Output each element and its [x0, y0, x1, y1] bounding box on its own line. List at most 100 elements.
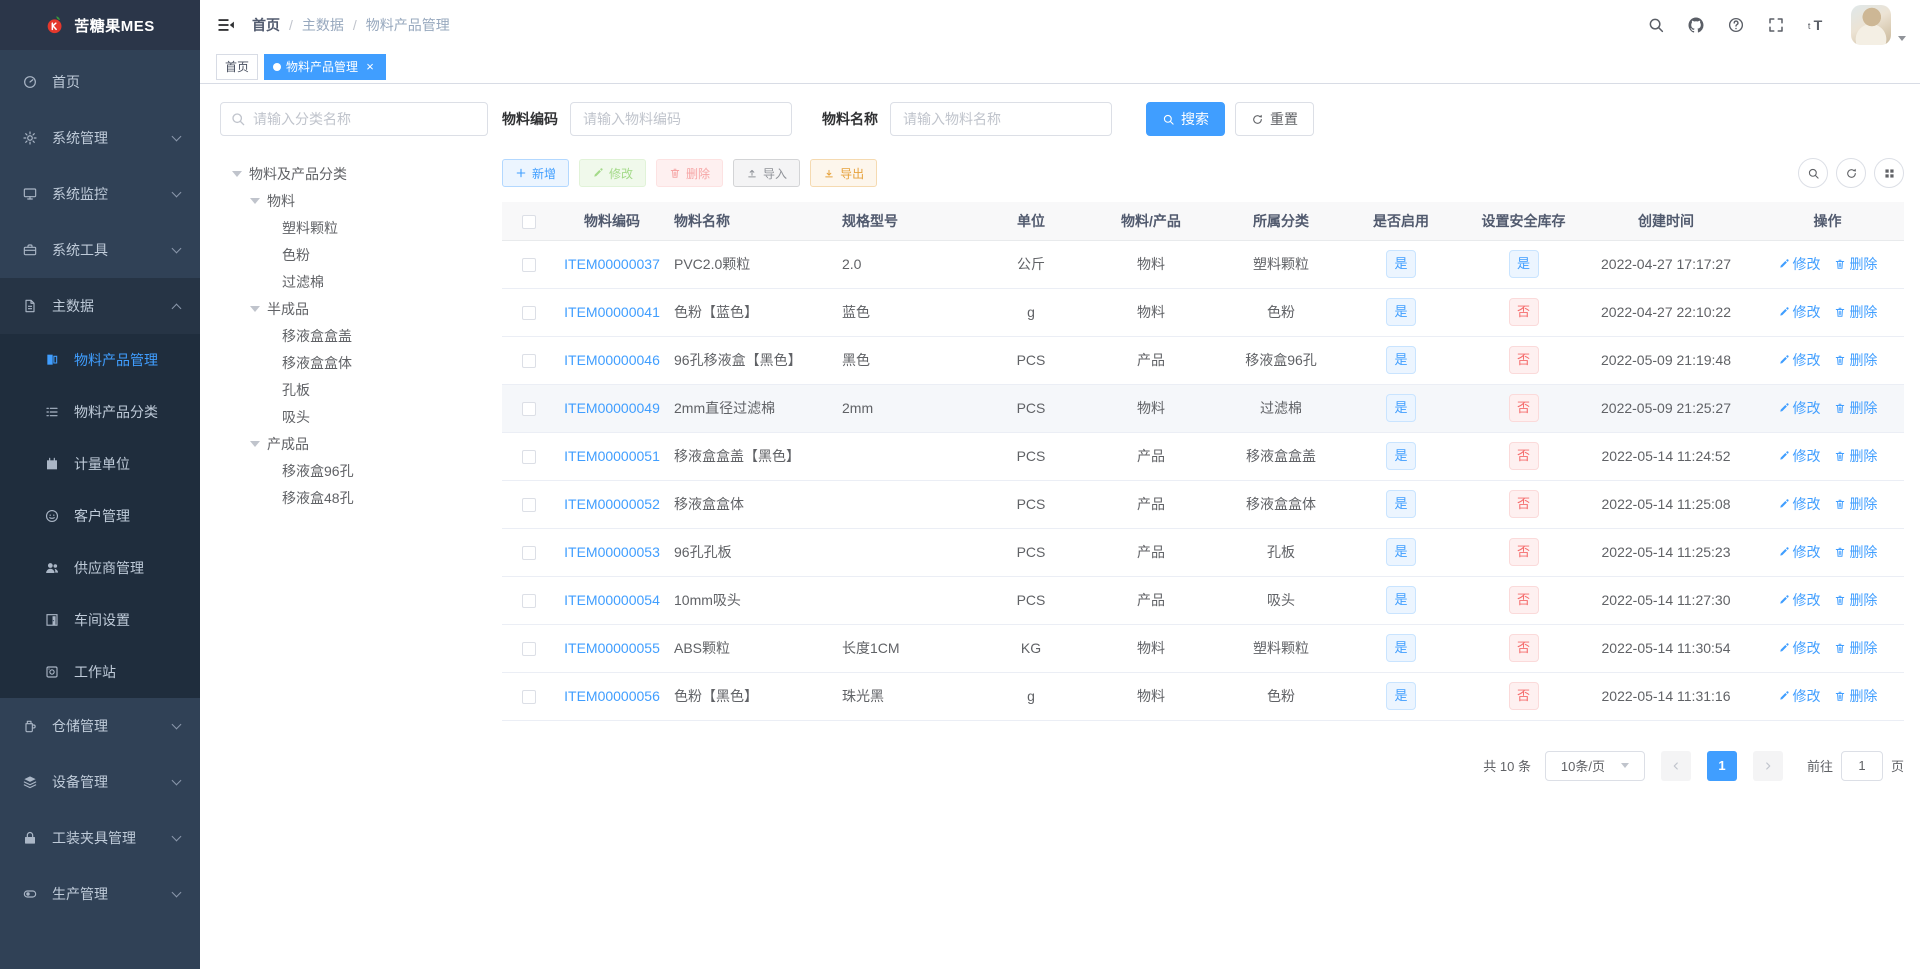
row-checkbox[interactable]: [522, 498, 536, 513]
row-delete-button[interactable]: 删除: [1834, 686, 1877, 706]
sidebar-item[interactable]: 计量单位: [0, 438, 200, 490]
row-edit-button[interactable]: 修改: [1778, 254, 1821, 274]
tree-node[interactable]: 移液盒盒盖: [220, 322, 488, 349]
tree-node[interactable]: 过滤棉: [220, 268, 488, 295]
app-logo[interactable]: 苦糖果MES: [0, 0, 200, 50]
material-code-link[interactable]: ITEM00000055: [564, 640, 660, 656]
edit-button[interactable]: 修改: [579, 159, 647, 187]
export-button[interactable]: 导出: [810, 159, 878, 187]
sidebar-item[interactable]: 仓储管理: [0, 698, 200, 754]
delete-button[interactable]: 删除: [656, 159, 724, 187]
font-size-icon[interactable]: [1807, 15, 1827, 35]
tree-node[interactable]: 物料: [220, 187, 488, 214]
sidebar-item[interactable]: 工作站: [0, 646, 200, 698]
material-code-link[interactable]: ITEM00000046: [564, 352, 660, 368]
row-delete-button[interactable]: 删除: [1834, 590, 1877, 610]
row-edit-button[interactable]: 修改: [1778, 494, 1821, 514]
tab[interactable]: 物料产品管理: [264, 53, 387, 80]
add-button[interactable]: 新增: [502, 159, 570, 187]
sidebar-item[interactable]: 车间设置: [0, 594, 200, 646]
sidebar-item[interactable]: 工装夹具管理: [0, 810, 200, 866]
row-checkbox[interactable]: [522, 594, 536, 609]
material-code-link[interactable]: ITEM00000041: [564, 304, 660, 320]
row-delete-button[interactable]: 删除: [1834, 350, 1877, 370]
sidebar-item[interactable]: 生产管理: [0, 866, 200, 922]
row-checkbox[interactable]: [522, 546, 536, 561]
row-edit-button[interactable]: 修改: [1778, 446, 1821, 466]
sidebar-item[interactable]: 主数据: [0, 278, 200, 334]
material-code-link[interactable]: ITEM00000037: [564, 256, 660, 272]
avatar[interactable]: [1851, 5, 1891, 45]
toggle-search-button[interactable]: [1798, 158, 1828, 188]
tree-node[interactable]: 移液盒96孔: [220, 457, 488, 484]
row-delete-button[interactable]: 删除: [1834, 446, 1877, 466]
search-icon[interactable]: [1647, 16, 1665, 34]
tree-node[interactable]: 半成品: [220, 295, 488, 322]
row-delete-button[interactable]: 删除: [1834, 302, 1877, 322]
sidebar-toggle-icon[interactable]: [216, 15, 236, 35]
category-search-input[interactable]: [220, 102, 488, 136]
row-edit-button[interactable]: 修改: [1778, 398, 1821, 418]
row-edit-button[interactable]: 修改: [1778, 686, 1821, 706]
breadcrumb-item[interactable]: 首页: [252, 15, 280, 35]
user-menu[interactable]: [1851, 5, 1906, 45]
row-edit-button[interactable]: 修改: [1778, 590, 1821, 610]
breadcrumb-item[interactable]: 主数据: [289, 15, 344, 35]
tree-node[interactable]: 产成品: [220, 430, 488, 457]
goto-page-input[interactable]: [1840, 750, 1883, 781]
github-icon[interactable]: [1687, 16, 1705, 34]
material-code-link[interactable]: ITEM00000054: [564, 592, 660, 608]
refresh-table-button[interactable]: [1836, 158, 1866, 188]
row-checkbox[interactable]: [522, 354, 536, 369]
tree-node[interactable]: 吸头: [220, 403, 488, 430]
tree-caret-icon[interactable]: [250, 440, 260, 447]
row-delete-button[interactable]: 删除: [1834, 494, 1877, 514]
sidebar-item[interactable]: 物料产品分类: [0, 386, 200, 438]
row-edit-button[interactable]: 修改: [1778, 638, 1821, 658]
tab-close-icon[interactable]: [363, 59, 377, 74]
row-checkbox[interactable]: [522, 642, 536, 657]
import-button[interactable]: 导入: [733, 159, 801, 187]
sidebar-item[interactable]: 系统管理: [0, 110, 200, 166]
search-button[interactable]: 搜索: [1146, 102, 1225, 136]
row-delete-button[interactable]: 删除: [1834, 638, 1877, 658]
select-all-checkbox[interactable]: [522, 214, 536, 229]
row-delete-button[interactable]: 删除: [1834, 398, 1877, 418]
tree-node[interactable]: 塑料颗粒: [220, 214, 488, 241]
material-code-link[interactable]: ITEM00000051: [564, 448, 660, 464]
row-checkbox[interactable]: [522, 306, 536, 321]
sidebar-item[interactable]: 首页: [0, 54, 200, 110]
page-size-select[interactable]: 10条/页: [1544, 750, 1645, 781]
sidebar-item[interactable]: 设备管理: [0, 754, 200, 810]
material-name-input[interactable]: [890, 102, 1112, 136]
material-code-link[interactable]: ITEM00000052: [564, 496, 660, 512]
tree-node[interactable]: 孔板: [220, 376, 488, 403]
row-checkbox[interactable]: [522, 258, 536, 273]
material-code-input[interactable]: [570, 102, 792, 136]
row-delete-button[interactable]: 删除: [1834, 254, 1877, 274]
tree-node[interactable]: 物料及产品分类: [220, 160, 488, 187]
current-page-button[interactable]: 1: [1706, 750, 1737, 781]
row-edit-button[interactable]: 修改: [1778, 350, 1821, 370]
tree-node[interactable]: 移液盒48孔: [220, 484, 488, 511]
fullscreen-icon[interactable]: [1767, 16, 1785, 34]
row-checkbox[interactable]: [522, 402, 536, 417]
material-code-link[interactable]: ITEM00000049: [564, 400, 660, 416]
sidebar-item[interactable]: 物料产品管理: [0, 334, 200, 386]
tree-caret-icon[interactable]: [250, 305, 260, 312]
tree-node[interactable]: 移液盒盒体: [220, 349, 488, 376]
row-edit-button[interactable]: 修改: [1778, 302, 1821, 322]
sidebar-item[interactable]: 系统工具: [0, 222, 200, 278]
tree-caret-icon[interactable]: [232, 170, 242, 177]
tree-node[interactable]: 色粉: [220, 241, 488, 268]
help-icon[interactable]: [1727, 16, 1745, 34]
prev-page-button[interactable]: [1660, 750, 1691, 781]
row-delete-button[interactable]: 删除: [1834, 542, 1877, 562]
material-code-link[interactable]: ITEM00000053: [564, 544, 660, 560]
material-code-link[interactable]: ITEM00000056: [564, 688, 660, 704]
breadcrumb-item[interactable]: 物料产品管理: [353, 15, 450, 35]
sidebar-item[interactable]: 客户管理: [0, 490, 200, 542]
sidebar-item[interactable]: 供应商管理: [0, 542, 200, 594]
tree-caret-icon[interactable]: [250, 197, 260, 204]
tab[interactable]: 首页: [216, 53, 259, 80]
